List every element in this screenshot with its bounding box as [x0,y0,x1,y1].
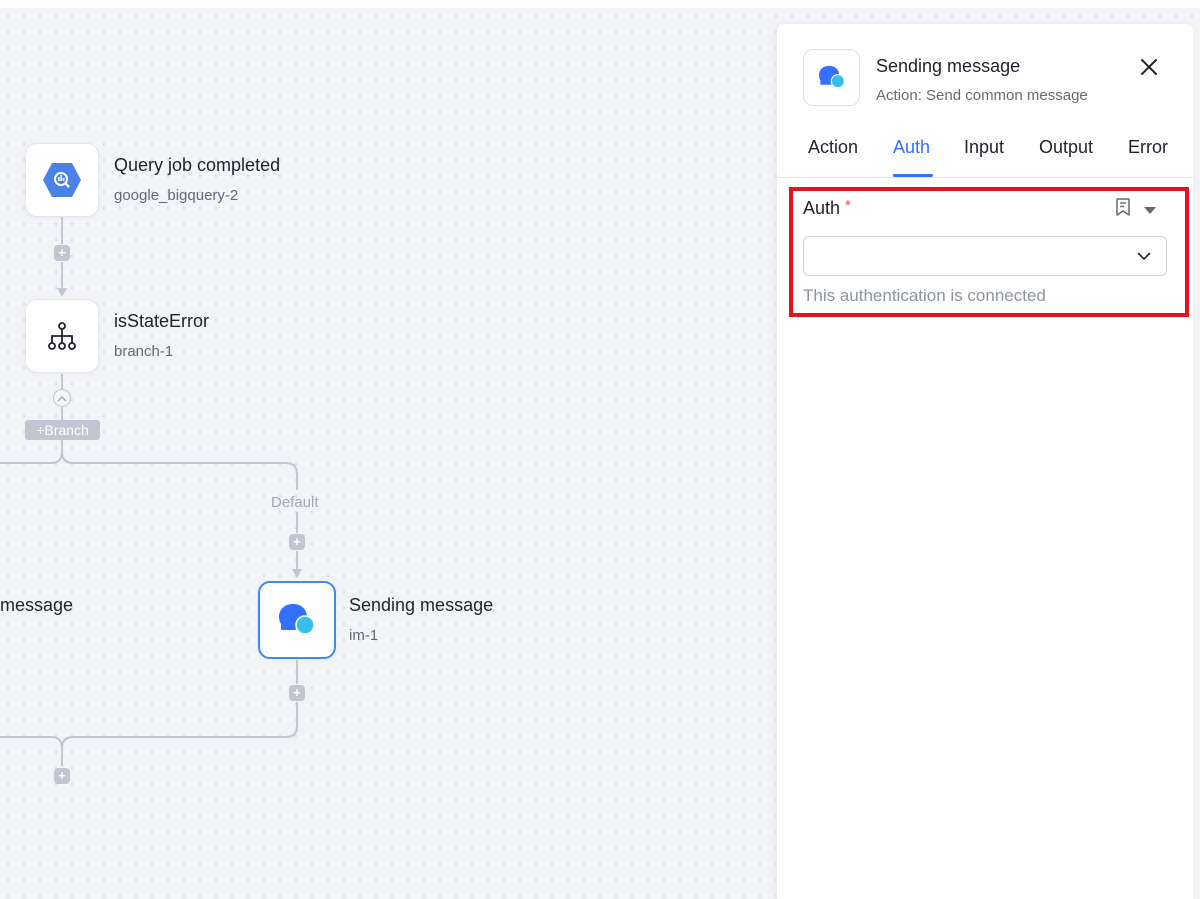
chat-bubble-icon [279,604,315,635]
node-title-partial: message [0,595,74,615]
default-branch-label: Default [271,494,319,511]
auth-hint-text: This authentication is connected [803,286,1046,305]
chevron-down-icon [1137,252,1151,261]
tab-action[interactable]: Action [808,137,858,158]
node-config-panel: Sending message Action: Send common mess… [777,24,1193,899]
close-button[interactable] [1138,56,1160,78]
auth-field-label: Auth [803,198,841,218]
bigquery-node[interactable] [25,143,99,217]
panel-tabs: Action Auth Input Output Error [777,134,1193,178]
panel-title: Sending message [876,56,1021,76]
node-subtitle: im-1 [349,627,379,644]
tab-error[interactable]: Error [1128,137,1168,158]
active-tab-indicator [893,174,933,177]
tab-output[interactable]: Output [1039,137,1093,158]
caret-down-glyph [1144,207,1156,214]
flow-connectors [0,217,302,766]
panel-subtitle: Action: Send common message [876,87,1088,104]
add-branch-button[interactable]: +Branch [25,420,100,440]
sending-message-node[interactable] [258,581,336,659]
add-step-button[interactable]: + [54,768,70,784]
auth-select[interactable] [803,236,1167,276]
chat-bubble-icon [818,65,845,89]
tab-input[interactable]: Input [964,137,1004,158]
node-title: Sending message [349,595,494,615]
add-step-button[interactable]: + [289,534,305,550]
document-icon-glyph [1116,198,1130,216]
document-icon[interactable] [1115,198,1131,216]
branch-node[interactable] [25,299,99,373]
node-title: isStateError [114,311,210,331]
panel-node-icon [803,49,860,106]
bigquery-icon [43,163,81,197]
collapse-branch-button[interactable] [53,389,71,407]
required-mark: * [845,197,851,214]
add-step-button[interactable]: + [289,685,305,701]
chevron-up-icon [57,395,67,401]
add-step-button[interactable]: + [54,245,70,261]
caret-down-icon[interactable] [1143,202,1157,214]
node-subtitle: google_bigquery-2 [114,187,239,204]
tab-auth[interactable]: Auth [893,137,930,158]
close-icon [1141,59,1157,75]
node-title: Query job completed [114,155,281,175]
node-subtitle: branch-1 [114,343,174,360]
branch-tree-icon [48,322,76,350]
